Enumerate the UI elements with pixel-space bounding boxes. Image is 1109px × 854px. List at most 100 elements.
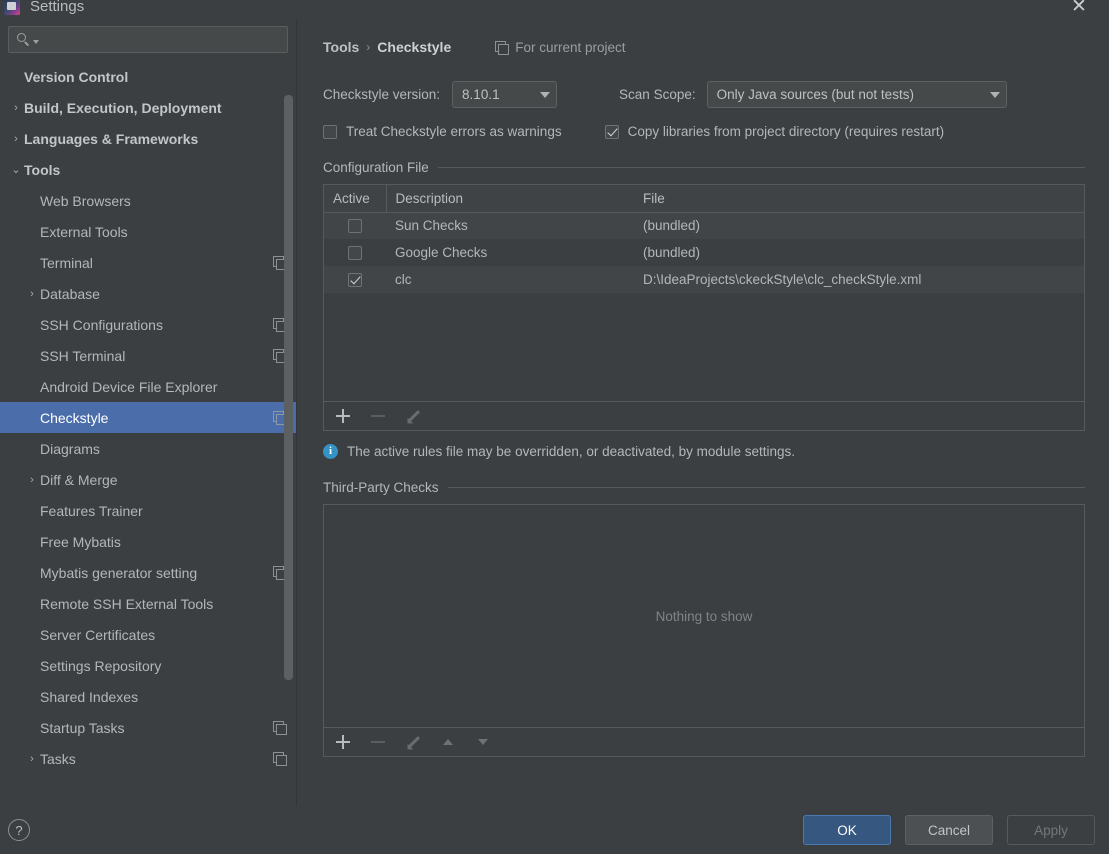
sidebar-item-ssh-terminal[interactable]: SSH Terminal bbox=[0, 340, 296, 371]
sidebar-item-diagrams[interactable]: Diagrams bbox=[0, 433, 296, 464]
sidebar-item-tasks[interactable]: › Tasks bbox=[0, 743, 296, 774]
treat-errors-as-warnings-checkbox[interactable]: Treat Checkstyle errors as warnings bbox=[323, 124, 562, 139]
sidebar-item-android-device-file-explorer[interactable]: Android Device File Explorer bbox=[0, 371, 296, 402]
add-button[interactable] bbox=[334, 733, 352, 751]
sidebar-item-mybatis-generator-setting[interactable]: Mybatis generator setting bbox=[0, 557, 296, 588]
dialog-footer: ? OK Cancel Apply bbox=[0, 806, 1109, 854]
sidebar-item-label: Mybatis generator setting bbox=[40, 564, 198, 581]
sidebar-item-label: Android Device File Explorer bbox=[40, 378, 218, 395]
sidebar-item-label: Web Browsers bbox=[40, 192, 131, 209]
cell-active[interactable] bbox=[324, 266, 386, 293]
cell-active[interactable] bbox=[324, 212, 386, 239]
scan-scope-value: Only Java sources (but not tests) bbox=[716, 87, 914, 102]
table-header: Active Description File bbox=[324, 185, 1084, 213]
third-party-checks-list[interactable]: Nothing to show bbox=[324, 505, 1084, 727]
sidebar-item-label: SSH Terminal bbox=[40, 347, 126, 364]
divider bbox=[447, 487, 1085, 488]
column-header-active[interactable]: Active bbox=[324, 185, 387, 213]
scan-scope-select[interactable]: Only Java sources (but not tests) bbox=[706, 81, 1007, 108]
third-party-checks-toolbar bbox=[324, 727, 1084, 756]
sidebar-item-label: Server Certificates bbox=[40, 626, 156, 643]
sidebar-item-shared-indexes[interactable]: Shared Indexes bbox=[0, 681, 296, 712]
copy-icon bbox=[273, 752, 287, 766]
sidebar-item-label: Shared Indexes bbox=[40, 688, 139, 705]
sidebar-item-checkstyle[interactable]: Checkstyle bbox=[0, 402, 296, 433]
table-row[interactable]: Google Checks (bundled) bbox=[324, 239, 1084, 266]
info-message-row: i The active rules file may be overridde… bbox=[323, 444, 1085, 459]
sidebar-item-label: Remote SSH External Tools bbox=[40, 595, 214, 612]
sidebar-item-label: External Tools bbox=[40, 223, 128, 240]
sidebar-item-ssh-configurations[interactable]: SSH Configurations bbox=[0, 309, 296, 340]
info-message-text: The active rules file may be overridden,… bbox=[347, 444, 795, 459]
checkstyle-version-select[interactable]: 8.10.1 bbox=[452, 81, 558, 108]
sidebar-item-server-certificates[interactable]: Server Certificates bbox=[0, 619, 296, 650]
cell-active[interactable] bbox=[324, 239, 386, 266]
chevron-right-icon[interactable]: › bbox=[8, 133, 24, 145]
configuration-file-group-title: Configuration File bbox=[323, 160, 1085, 175]
checkstyle-settings-panel: Tools › Checkstyle For current project C… bbox=[298, 19, 1109, 806]
sidebar-item-tools[interactable]: ⌄ Tools bbox=[0, 154, 296, 185]
active-checkbox[interactable] bbox=[348, 246, 362, 261]
chevron-right-icon[interactable]: › bbox=[24, 474, 40, 486]
sidebar-item-label: Tools bbox=[24, 161, 61, 178]
help-button[interactable]: ? bbox=[8, 819, 30, 841]
sidebar-item-diff-merge[interactable]: › Diff & Merge bbox=[0, 464, 296, 495]
scan-scope-label: Scan Scope: bbox=[619, 87, 696, 102]
sidebar-scrollbar-thumb[interactable] bbox=[284, 95, 293, 680]
cell-file: (bundled) bbox=[634, 212, 1084, 239]
chevron-right-icon[interactable]: › bbox=[24, 288, 40, 300]
remove-button bbox=[369, 733, 387, 751]
info-icon: i bbox=[323, 444, 338, 459]
sidebar-item-build-execution-deployment[interactable]: › Build, Execution, Deployment bbox=[0, 92, 296, 123]
chevron-right-icon[interactable]: › bbox=[24, 753, 40, 765]
configuration-file-table: Active Description File Sun Checks (bundl… bbox=[324, 185, 1084, 293]
sidebar-item-languages-frameworks[interactable]: › Languages & Frameworks bbox=[0, 123, 296, 154]
table-row[interactable]: Sun Checks (bundled) bbox=[324, 212, 1084, 239]
sidebar-item-label: Checkstyle bbox=[40, 409, 109, 426]
breadcrumb: Tools › Checkstyle For current project bbox=[323, 35, 1085, 59]
checkbox-box[interactable] bbox=[323, 124, 337, 139]
sidebar-item-label: Database bbox=[40, 285, 100, 302]
sidebar-item-database[interactable]: › Database bbox=[0, 278, 296, 309]
cancel-button[interactable]: Cancel bbox=[905, 815, 993, 845]
column-header-description[interactable]: Description bbox=[386, 185, 634, 213]
table-row[interactable]: clc D:\IdeaProjects\ckeckStyle\clc_checkS… bbox=[324, 266, 1084, 293]
sidebar-item-web-browsers[interactable]: Web Browsers bbox=[0, 185, 296, 216]
add-button[interactable] bbox=[334, 407, 352, 425]
table-empty-space bbox=[324, 293, 1084, 401]
search-container bbox=[0, 19, 296, 59]
breadcrumb-parent[interactable]: Tools bbox=[323, 39, 359, 55]
active-checkbox[interactable] bbox=[348, 219, 362, 234]
chevron-right-icon[interactable]: › bbox=[8, 102, 24, 114]
ok-button[interactable]: OK bbox=[803, 815, 891, 845]
sidebar-item-version-control[interactable]: Version Control bbox=[0, 61, 296, 92]
sidebar-item-label: Languages & Frameworks bbox=[24, 130, 199, 147]
column-header-file[interactable]: File bbox=[634, 185, 1084, 213]
third-party-checks-group-title: Third-Party Checks bbox=[323, 480, 1085, 495]
checkbox-box[interactable] bbox=[604, 124, 619, 139]
sidebar-item-free-mybatis[interactable]: Free Mybatis bbox=[0, 526, 296, 557]
search-box[interactable] bbox=[8, 26, 288, 53]
copy-libraries-checkbox[interactable]: Copy libraries from project directory (r… bbox=[604, 124, 944, 139]
treat-errors-as-warnings-label: Treat Checkstyle errors as warnings bbox=[346, 124, 562, 139]
sidebar-item-features-trainer[interactable]: Features Trainer bbox=[0, 495, 296, 526]
sidebar-item-remote-ssh-external-tools[interactable]: Remote SSH External Tools bbox=[0, 588, 296, 619]
checkstyle-version-value: 8.10.1 bbox=[462, 87, 500, 102]
sidebar-item-label: Diagrams bbox=[40, 440, 100, 457]
active-checkbox[interactable] bbox=[348, 273, 362, 288]
table-body: Sun Checks (bundled) Google Checks (bundled… bbox=[324, 212, 1084, 293]
sidebar-scrollbar[interactable] bbox=[284, 81, 293, 751]
sidebar-item-terminal[interactable]: Terminal bbox=[0, 247, 296, 278]
search-input[interactable] bbox=[39, 32, 287, 47]
options-row: Treat Checkstyle errors as warnings Copy… bbox=[323, 124, 1085, 139]
checkstyle-version-label: Checkstyle version: bbox=[323, 87, 441, 102]
title-bar: Settings ✕ bbox=[0, 0, 1109, 19]
breadcrumb-separator: › bbox=[366, 40, 371, 54]
group-label: Configuration File bbox=[323, 160, 429, 175]
chevron-down-icon[interactable]: ⌄ bbox=[8, 163, 24, 176]
sidebar-item-settings-repository[interactable]: Settings Repository bbox=[0, 650, 296, 681]
close-icon[interactable]: ✕ bbox=[1065, 0, 1093, 20]
sidebar-item-external-tools[interactable]: External Tools bbox=[0, 216, 296, 247]
sidebar-item-startup-tasks[interactable]: Startup Tasks bbox=[0, 712, 296, 743]
sidebar-item-label: SSH Configurations bbox=[40, 316, 163, 333]
